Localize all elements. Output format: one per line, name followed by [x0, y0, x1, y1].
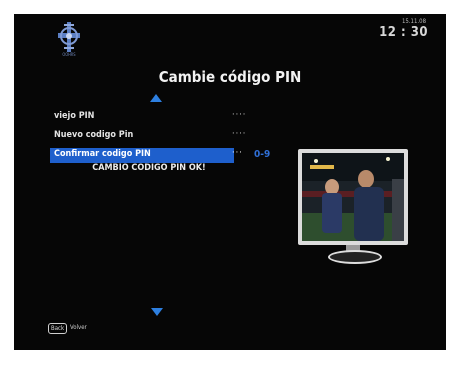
status-message: CAMBIO CODIGO PIN OK! [92, 163, 206, 173]
back-key-icon[interactable]: Back [48, 323, 68, 334]
digit-input-hint: 0-9 [254, 149, 271, 160]
menu-row-label: Nuevo codigo Pin [54, 130, 134, 140]
tv-stand-base [328, 250, 382, 264]
back-label: Volver [70, 324, 87, 331]
live-tv-preview-image [302, 153, 404, 241]
page-title: Cambie código PIN [158, 68, 302, 86]
menu-row-label: viejo PIN [54, 111, 95, 121]
brand-logo-icon [58, 22, 80, 52]
scroll-down-arrow-icon[interactable] [151, 308, 163, 316]
menu-row-new-pin[interactable]: Nuevo codigo Pin ···· [50, 129, 245, 144]
pin-masked-value: ··· [232, 148, 243, 158]
menu-row-old-pin[interactable]: viejo PIN ···· [50, 110, 245, 125]
scroll-up-arrow-icon[interactable] [150, 94, 162, 102]
logo-caption: OOHRS [62, 52, 76, 57]
pin-masked-value: ···· [232, 129, 247, 139]
menu-row-confirm-pin[interactable]: Confirmar codigo PIN ··· [50, 148, 242, 163]
tv-menu-screen: OOHRS 15.11.08 12 : 30 Cambie código PIN… [14, 14, 446, 350]
tv-preview [298, 149, 408, 267]
date-display: 15.11.08 [401, 18, 426, 25]
clock-display: 12 : 30 [379, 25, 428, 40]
tv-frame [298, 149, 408, 245]
menu-row-label: Confirmar codigo PIN [54, 149, 151, 159]
pin-masked-value: ···· [232, 110, 247, 120]
